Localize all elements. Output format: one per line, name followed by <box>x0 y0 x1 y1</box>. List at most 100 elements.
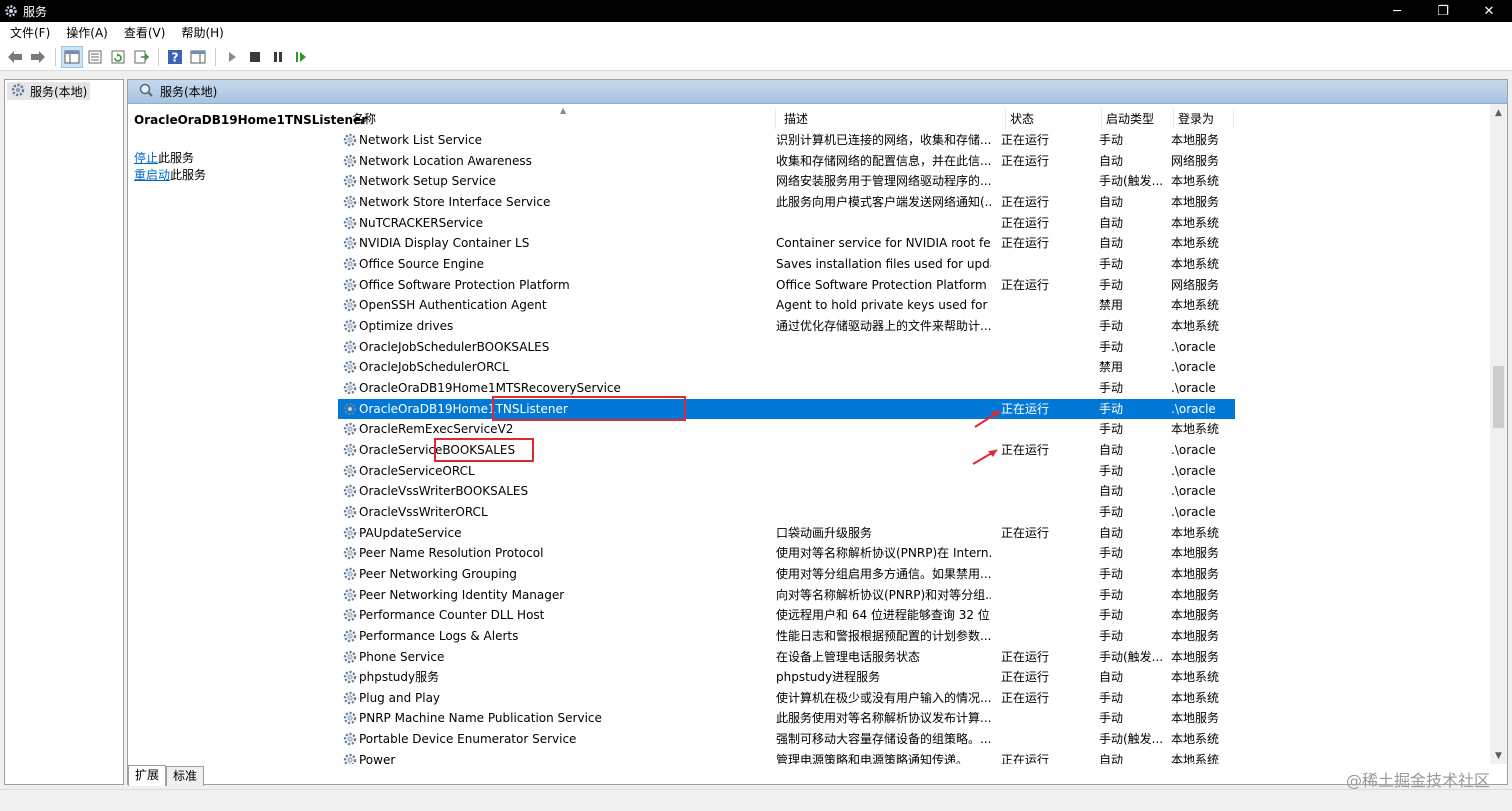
pause-service-icon[interactable] <box>267 46 289 68</box>
service-row[interactable]: Phone Service 在设备上管理电话服务状态 正在运行 手动(触发... 本地服… <box>338 647 1235 668</box>
tab-standard[interactable]: 标准 <box>166 766 205 786</box>
service-row[interactable]: Portable Device Enumerator Service 强制可移动大… <box>338 729 1235 750</box>
service-row[interactable]: Optimize drives 通过优化存储驱动器上的文件来帮助计... 手动 本地系… <box>338 316 1235 337</box>
service-startup-type: 手动 <box>1099 566 1124 581</box>
service-gear-icon <box>342 173 358 189</box>
services-gear-icon <box>3 3 19 19</box>
service-row[interactable]: Performance Logs & Alerts 性能日志和警报根据预配置的计划… <box>338 626 1235 647</box>
service-status: 正在运行 <box>1001 153 1050 168</box>
service-row[interactable]: OracleVssWriterORCL 手动 .\oracle <box>338 502 1235 523</box>
service-startup-type: 自动 <box>1099 236 1124 251</box>
service-row[interactable]: OpenSSH Authentication Agent Agent to hol… <box>338 295 1235 316</box>
column-header-description[interactable]: 描述 <box>780 109 1006 129</box>
column-header-status[interactable]: 状态 <box>1006 109 1102 129</box>
service-gear-icon <box>342 297 358 313</box>
service-name: OpenSSH Authentication Agent <box>359 298 547 313</box>
minimize-button[interactable]: ─ <box>1374 0 1420 22</box>
tree-item-services-local[interactable]: 服务(本地) <box>7 82 91 100</box>
service-startup-type: 手动 <box>1099 504 1124 519</box>
service-logon-as: .\oracle <box>1171 401 1216 416</box>
service-logon-as: 本地系统 <box>1171 318 1220 333</box>
scrollbar-thumb[interactable] <box>1493 366 1504 428</box>
stop-service-link[interactable]: 停止 <box>134 151 158 165</box>
service-row[interactable]: NVIDIA Display Container LS Container ser… <box>338 233 1235 254</box>
close-button[interactable]: ✕ <box>1466 0 1512 22</box>
service-startup-type: 自动 <box>1099 153 1124 168</box>
service-startup-type: 手动 <box>1099 401 1124 416</box>
service-row[interactable]: Network List Service 识别计算机已连接的网络，收集和存储...… <box>338 130 1235 151</box>
service-row[interactable]: OracleVssWriterBOOKSALES 自动 .\oracle <box>338 481 1235 502</box>
service-name: Office Software Protection Platform <box>359 277 570 292</box>
service-row[interactable]: Peer Name Resolution Protocol 使用对等名称解析协议(… <box>338 543 1235 564</box>
service-row[interactable]: OracleServiceORCL 手动 .\oracle <box>338 461 1235 482</box>
service-row[interactable]: Peer Networking Identity Manager 向对等名称解析协… <box>338 585 1235 606</box>
menu-view[interactable]: 查看(V) <box>116 22 174 44</box>
resume-service-icon[interactable] <box>290 46 312 68</box>
menu-action[interactable]: 操作(A) <box>58 22 116 44</box>
service-gear-icon <box>342 318 358 334</box>
service-row[interactable]: Network Setup Service 网络安装服务用于管理网络驱动程序的..… <box>338 171 1235 192</box>
show-hide-action-pane-icon[interactable] <box>187 46 209 68</box>
help-icon[interactable]: ? <box>164 46 186 68</box>
scroll-up-icon[interactable]: ▲ <box>1490 104 1507 121</box>
menu-file[interactable]: 文件(F) <box>2 22 58 44</box>
service-startup-type: 禁用 <box>1099 298 1124 313</box>
service-row[interactable]: Plug and Play 使计算机在极少或没有用户输入的情况... 正在运行 手动 本… <box>338 688 1235 709</box>
service-row[interactable]: Peer Networking Grouping 使用对等分组启用多方通信。如果禁… <box>338 564 1235 585</box>
service-row[interactable]: OracleOraDB19Home1TNSListener 正在运行 手动 .\ora… <box>338 398 1235 420</box>
forward-icon[interactable] <box>27 46 49 68</box>
export-list-icon[interactable] <box>130 46 152 68</box>
service-status: 正在运行 <box>1001 649 1050 664</box>
restore-button[interactable]: ❐ <box>1420 0 1466 22</box>
column-header-logon-as[interactable]: 登录为 <box>1174 109 1234 129</box>
menu-help[interactable]: 帮助(H) <box>173 22 231 44</box>
start-service-icon[interactable] <box>221 46 243 68</box>
service-startup-type: 自动 <box>1099 752 1124 764</box>
service-row[interactable]: PNRP Machine Name Publication Service 此服务… <box>338 708 1235 729</box>
stop-service-icon[interactable] <box>244 46 266 68</box>
restart-service-link[interactable]: 重启动 <box>134 168 170 182</box>
column-header-startup-type[interactable]: 启动类型 <box>1102 109 1174 129</box>
service-name: Network Setup Service <box>359 174 497 189</box>
service-description <box>776 399 991 419</box>
service-row[interactable]: Performance Counter DLL Host 使远程用户和 64 位进… <box>338 605 1235 626</box>
show-hide-console-tree-icon[interactable] <box>61 46 83 68</box>
back-icon[interactable] <box>4 46 26 68</box>
service-gear-icon <box>342 669 358 685</box>
service-row[interactable]: PAUpdateService 口袋动画升级服务 正在运行 自动 本地系统 <box>338 523 1235 544</box>
service-name: PNRP Machine Name Publication Service <box>359 711 602 726</box>
service-description: 使用对等名称解析协议(PNRP)在 Intern... <box>776 546 991 561</box>
service-status: 正在运行 <box>1001 670 1050 685</box>
service-row[interactable]: Office Software Protection Platform Offic… <box>338 275 1235 296</box>
service-status <box>1001 419 1091 439</box>
service-startup-type: 手动 <box>1099 133 1124 147</box>
service-name: Plug and Play <box>359 690 441 705</box>
column-header-name[interactable]: 名称 <box>348 109 776 129</box>
service-row[interactable]: OracleOraDB19Home1MTSRecoveryService 手动 .\… <box>338 378 1235 399</box>
service-row[interactable]: Office Source Engine Saves installation f… <box>338 254 1235 275</box>
service-row[interactable]: OracleJobSchedulerBOOKSALES 手动 .\oracle <box>338 337 1235 358</box>
service-logon-as: 本地服务 <box>1171 711 1220 726</box>
properties-icon[interactable] <box>84 46 106 68</box>
service-status <box>1001 605 1091 625</box>
service-logon-as: 本地系统 <box>1171 670 1220 685</box>
service-row[interactable]: Network Store Interface Service 此服务向用户模式客… <box>338 192 1235 213</box>
vertical-scrollbar[interactable]: ▲ ▼ <box>1490 104 1507 764</box>
service-row[interactable]: NuTCRACKERService 正在运行 自动 本地系统 <box>338 213 1235 234</box>
service-row[interactable]: phpstudy服务 phpstudy进程服务 正在运行 自动 本地系统 <box>338 667 1235 688</box>
service-startup-type: 自动 <box>1099 442 1124 457</box>
service-row[interactable]: OracleJobSchedulerORCL 禁用 .\oracle <box>338 357 1235 378</box>
toolbar-separator <box>215 48 216 66</box>
service-row[interactable]: OracleRemExecServiceV2 手动 本地系统 <box>338 419 1235 440</box>
service-startup-type: 手动 <box>1099 690 1124 705</box>
tab-extended[interactable]: 扩展 <box>128 765 167 786</box>
service-gear-icon <box>342 401 358 417</box>
service-name: Peer Networking Identity Manager <box>359 587 565 602</box>
service-row[interactable]: Power 管理电源策略和电源策略通知传递。 正在运行 自动 本地系统 <box>338 750 1235 764</box>
service-logon-as: 本地系统 <box>1171 752 1220 764</box>
service-name: OracleServiceORCL <box>359 463 475 478</box>
service-logon-as: 本地系统 <box>1171 215 1220 230</box>
service-row[interactable]: Network Location Awareness 收集和存储网络的配置信息，并… <box>338 151 1235 172</box>
refresh-icon[interactable] <box>107 46 129 68</box>
scroll-down-icon[interactable]: ▼ <box>1490 747 1507 764</box>
